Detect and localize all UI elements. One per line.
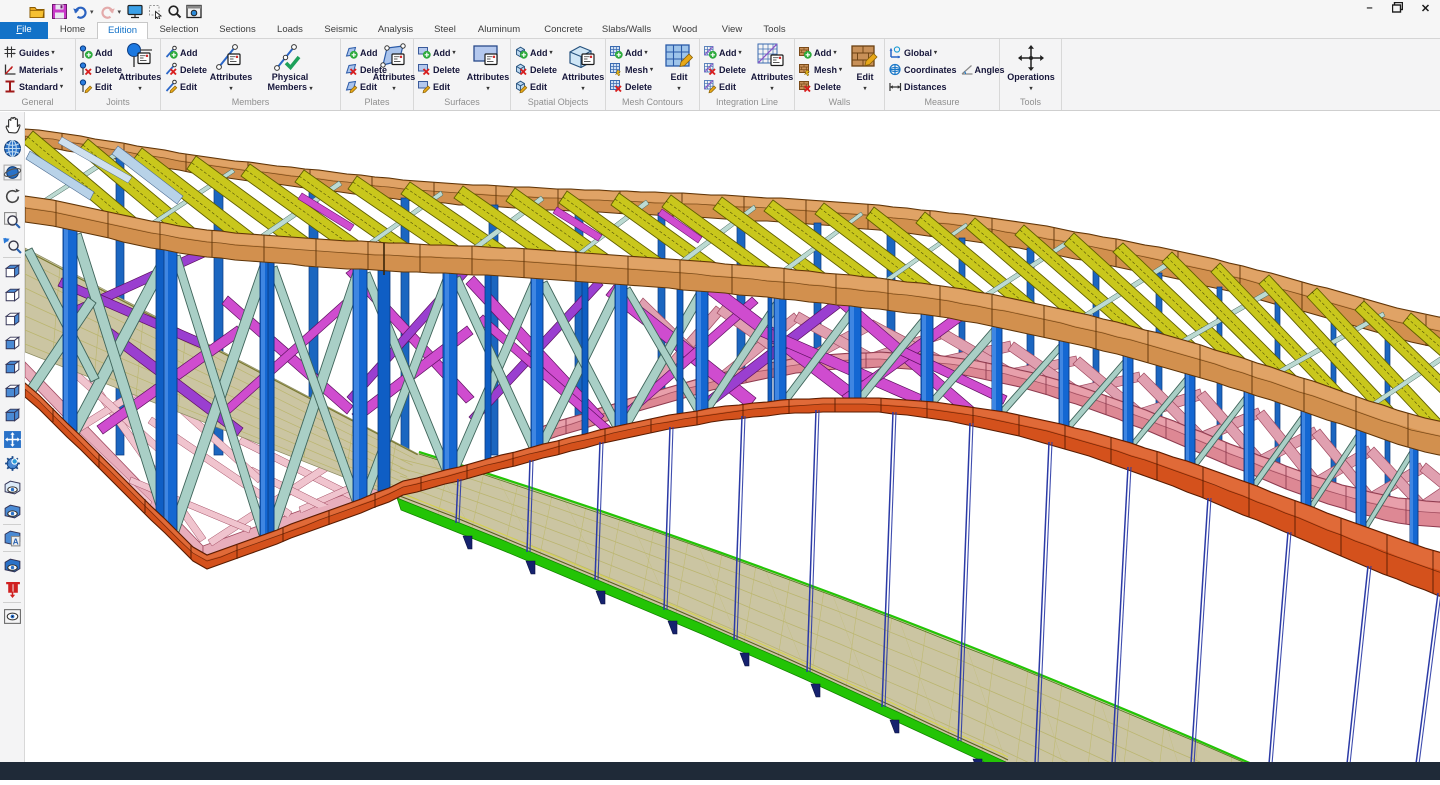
svg-text:A: A	[12, 536, 18, 546]
